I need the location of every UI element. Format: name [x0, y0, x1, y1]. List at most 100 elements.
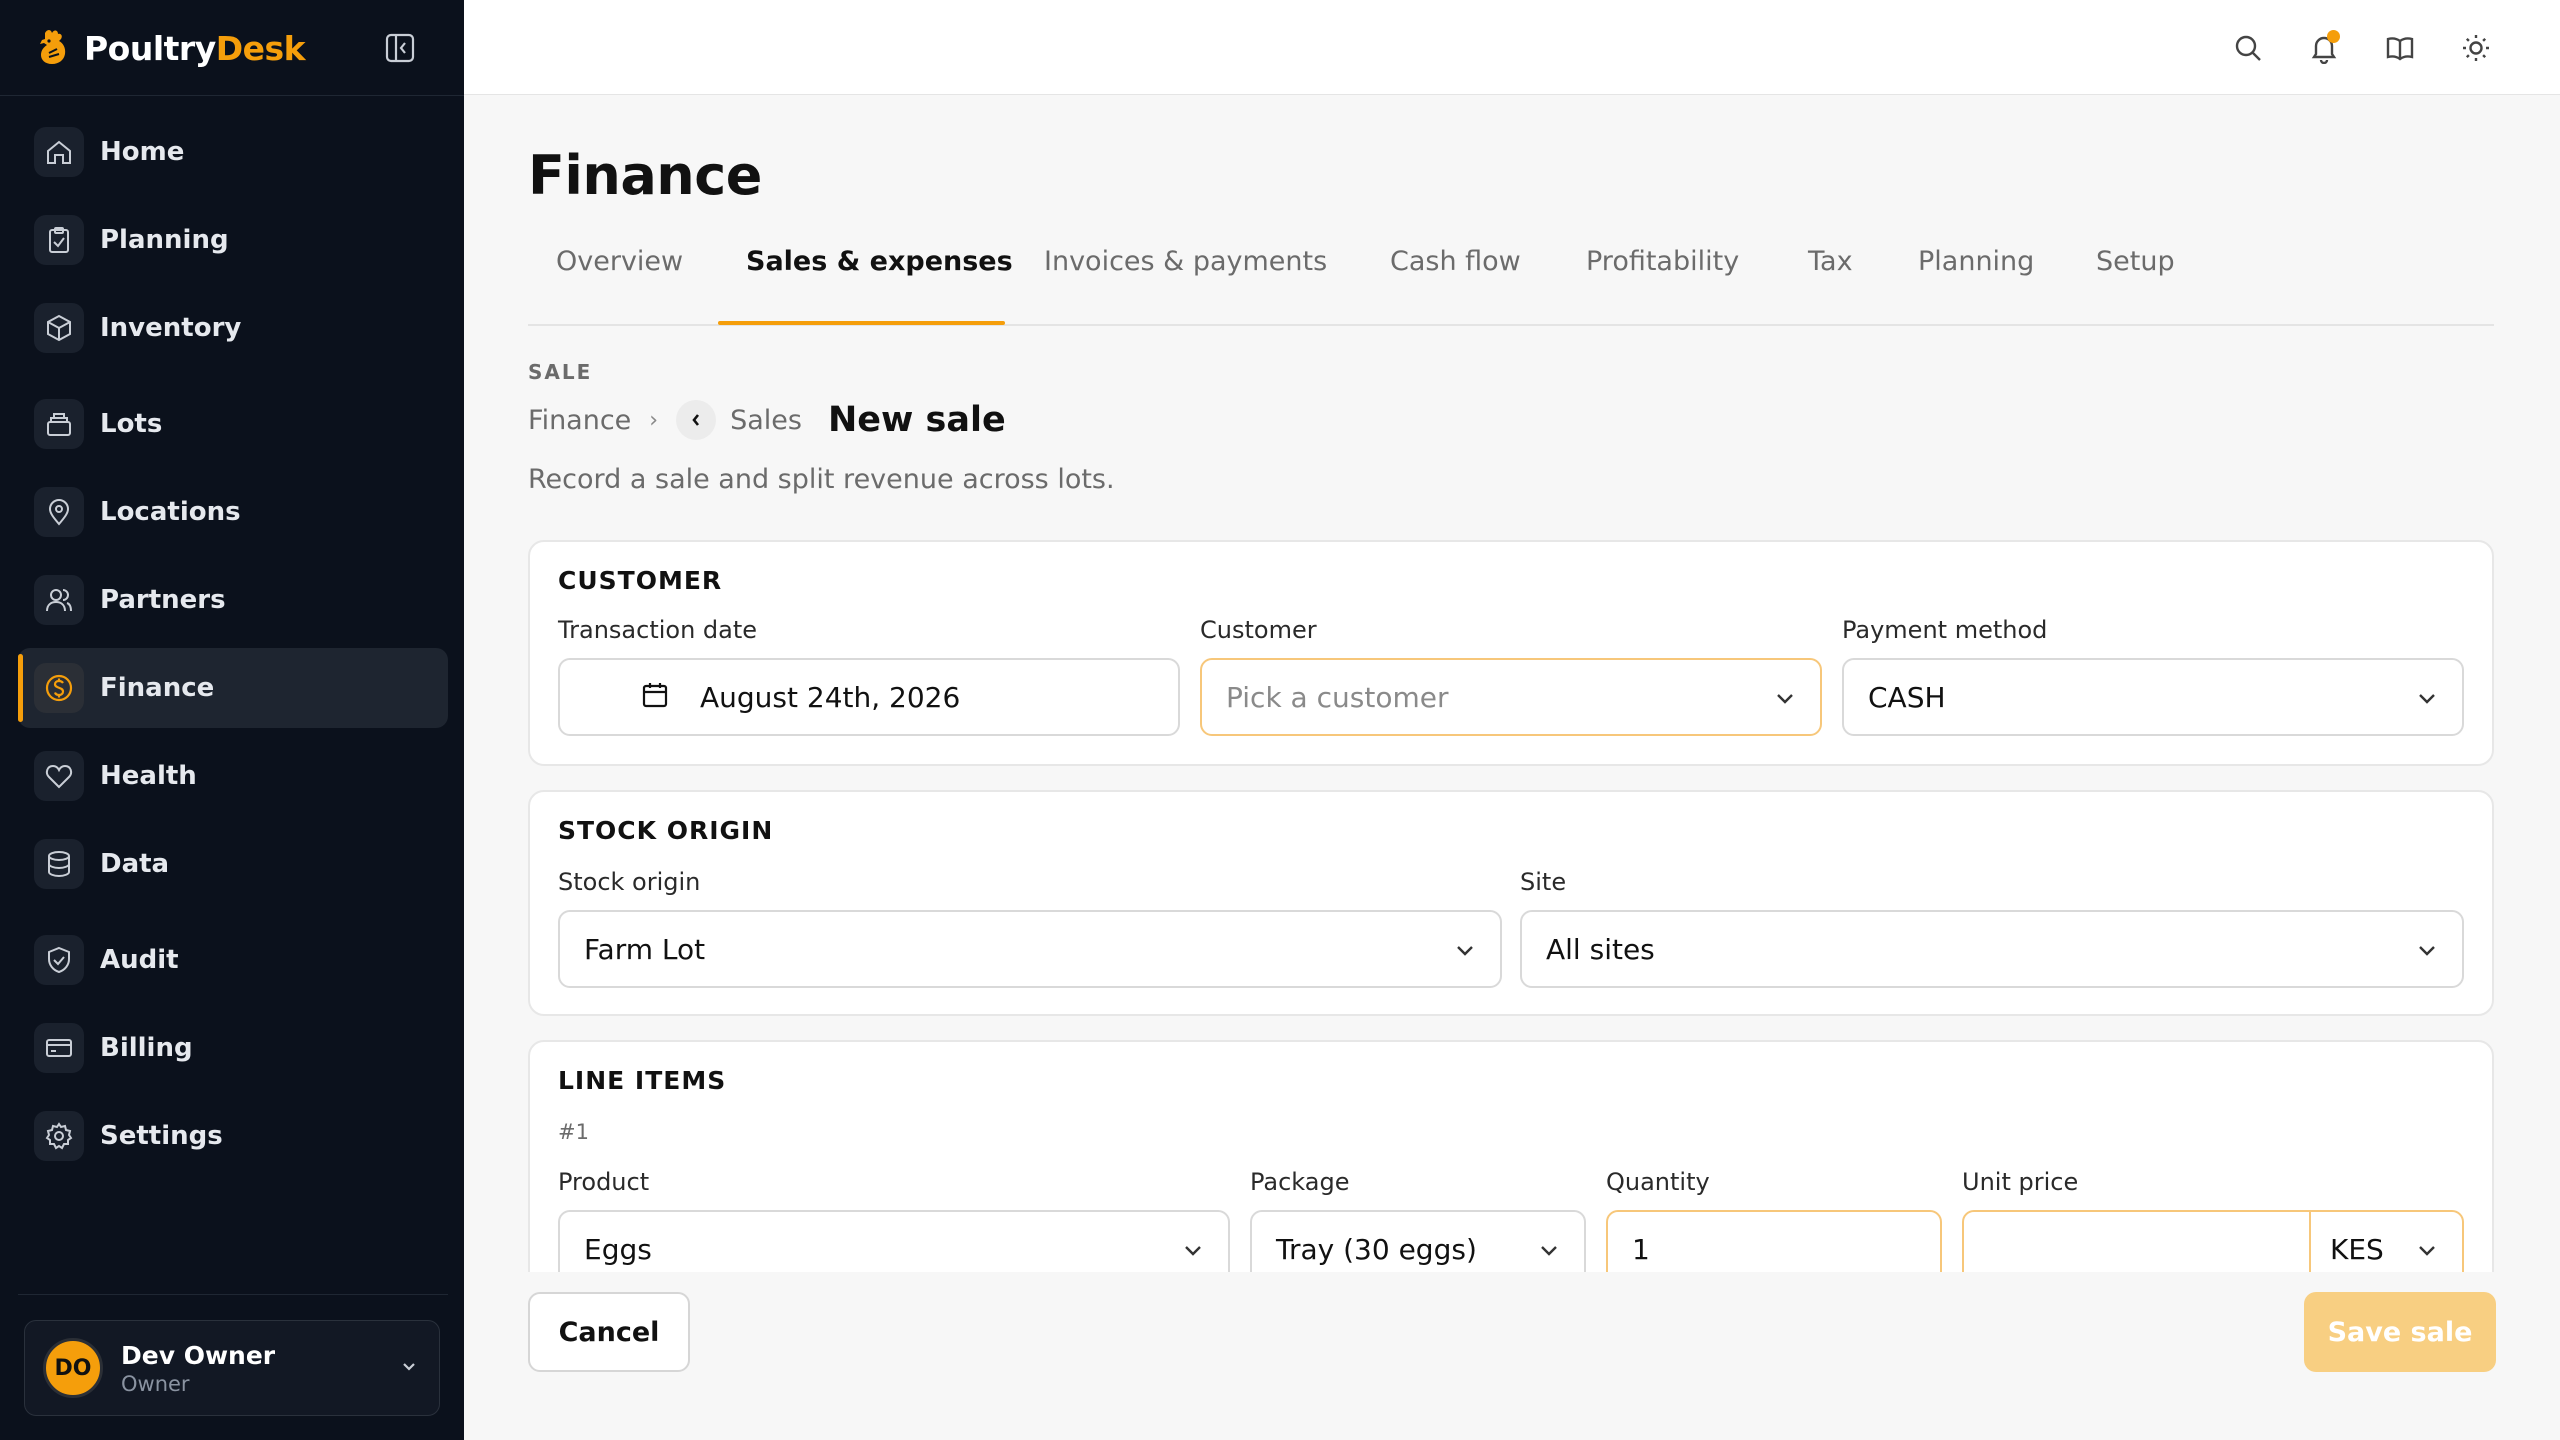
chevron-down-icon [1452, 938, 1478, 968]
search-icon[interactable] [2228, 28, 2268, 68]
tab-sales-expenses[interactable]: Sales & expenses [746, 246, 1013, 277]
product-value: Eggs [584, 1232, 652, 1266]
sidebar-item-billing[interactable]: Billing [18, 1008, 448, 1088]
currency-value[interactable]: KES [2330, 1233, 2384, 1266]
sidebar-item-partners[interactable]: Partners [18, 560, 448, 640]
breadcrumb-current: New sale [827, 400, 1006, 440]
active-tab-indicator [718, 321, 1005, 325]
chevron-down-icon [397, 1355, 421, 1383]
chevron-down-icon [1180, 1238, 1206, 1268]
chevron-down-icon [2414, 1238, 2440, 1268]
unit-price-label: Unit price [1962, 1168, 2079, 1196]
tab-cash-flow[interactable]: Cash flow [1390, 246, 1521, 277]
brand-name: PoultryDesk [84, 28, 306, 68]
line-item-number: #1 [558, 1120, 589, 1144]
package-value: Tray (30 eggs) [1276, 1232, 1477, 1266]
customer-label: Customer [1200, 616, 1317, 644]
card-title: LINE ITEMS [558, 1066, 727, 1095]
notification-dot [2327, 30, 2340, 43]
card-title: CUSTOMER [558, 566, 723, 595]
database-icon [34, 839, 84, 889]
breadcrumb-sales[interactable]: Sales [730, 405, 802, 436]
lots-icon [34, 399, 84, 449]
sidebar-divider [0, 95, 464, 96]
user-name: Dev Owner [121, 1340, 276, 1370]
sidebar-item-health[interactable]: Health [18, 736, 448, 816]
sidebar-item-data[interactable]: Data [18, 824, 448, 904]
home-icon [34, 127, 84, 177]
tab-planning[interactable]: Planning [1918, 246, 2034, 277]
quantity-value: 1 [1632, 1232, 1650, 1266]
form-footer [464, 1272, 2560, 1440]
chevron-down-icon [1536, 1238, 1562, 1268]
sidebar: PoultryDesk Home Planning Inventory Lots… [0, 0, 464, 1440]
shield-check-icon [34, 935, 84, 985]
sidebar-item-inventory[interactable]: Inventory [18, 288, 448, 368]
page-title: Finance [528, 144, 762, 207]
chevron-down-icon [1772, 686, 1798, 716]
breadcrumb-finance[interactable]: Finance [528, 405, 631, 436]
stock-origin-select[interactable]: Farm Lot [558, 910, 1502, 988]
user-menu[interactable]: DO Dev Owner Owner [24, 1320, 440, 1416]
breadcrumb-separator-icon: › [649, 407, 659, 433]
brand-logo[interactable]: PoultryDesk [32, 24, 306, 72]
map-pin-icon [34, 487, 84, 537]
rooster-icon [32, 28, 72, 68]
avatar: DO [43, 1338, 103, 1398]
sidebar-item-finance[interactable]: Finance [18, 648, 448, 728]
stock-origin-card: STOCK ORIGIN Stock origin Farm Lot Site … [528, 790, 2494, 1016]
customer-select[interactable]: Pick a customer [1200, 658, 1822, 736]
book-icon[interactable] [2380, 28, 2420, 68]
site-value: All sites [1546, 932, 1655, 966]
save-sale-button[interactable]: Save sale [2304, 1292, 2496, 1372]
users-icon [34, 575, 84, 625]
payment-method-label: Payment method [1842, 616, 2048, 644]
breadcrumb: Finance › Sales New sale [528, 396, 1006, 444]
transaction-date-label: Transaction date [558, 616, 758, 644]
credit-card-icon [34, 1023, 84, 1073]
cancel-button[interactable]: Cancel [528, 1292, 690, 1372]
quantity-label: Quantity [1606, 1168, 1710, 1196]
customer-card: CUSTOMER Transaction date August 24th, 2… [528, 540, 2494, 766]
sidebar-collapse-icon[interactable] [380, 28, 420, 68]
payment-method-select[interactable]: CASH [1842, 658, 2464, 736]
section-eyebrow: SALE [528, 360, 593, 384]
clipboard-icon [34, 215, 84, 265]
chevron-down-icon [2414, 686, 2440, 716]
tab-setup[interactable]: Setup [2096, 246, 2175, 277]
payment-method-value: CASH [1868, 680, 1946, 714]
tab-profitability[interactable]: Profitability [1586, 246, 1739, 277]
sidebar-item-lots[interactable]: Lots [18, 384, 448, 464]
card-title: STOCK ORIGIN [558, 816, 774, 845]
stock-origin-label: Stock origin [558, 868, 701, 896]
product-label: Product [558, 1168, 650, 1196]
user-info: Dev Owner Owner [121, 1341, 275, 1396]
top-bar [464, 0, 2560, 95]
sidebar-item-settings[interactable]: Settings [18, 1096, 448, 1176]
site-select[interactable]: All sites [1520, 910, 2464, 988]
sidebar-item-planning[interactable]: Planning [18, 200, 448, 280]
site-label: Site [1520, 868, 1567, 896]
transaction-date-picker[interactable]: August 24th, 2026 [558, 658, 1180, 736]
sun-icon[interactable] [2456, 28, 2496, 68]
package-label: Package [1250, 1168, 1350, 1196]
page-subtitle: Record a sale and split revenue across l… [528, 464, 1115, 495]
tab-overview[interactable]: Overview [556, 246, 683, 277]
sidebar-item-locations[interactable]: Locations [18, 472, 448, 552]
user-role: Owner [121, 1371, 190, 1396]
dollar-circle-icon [34, 663, 84, 713]
box-icon [34, 303, 84, 353]
transaction-date-value: August 24th, 2026 [700, 680, 961, 714]
tab-invoices-payments[interactable]: Invoices & payments [1044, 246, 1327, 277]
bell-icon[interactable] [2304, 28, 2344, 68]
gear-icon [34, 1111, 84, 1161]
sidebar-item-home[interactable]: Home [18, 112, 448, 192]
calendar-icon [640, 680, 670, 714]
customer-placeholder: Pick a customer [1226, 680, 1449, 714]
sidebar-divider [18, 1294, 448, 1295]
heart-icon [34, 751, 84, 801]
sidebar-item-audit[interactable]: Audit [18, 920, 448, 1000]
back-icon[interactable] [676, 400, 717, 440]
main-content: Finance Overview Sales & expenses Invoic… [464, 96, 2560, 1440]
tab-tax[interactable]: Tax [1808, 246, 1853, 277]
